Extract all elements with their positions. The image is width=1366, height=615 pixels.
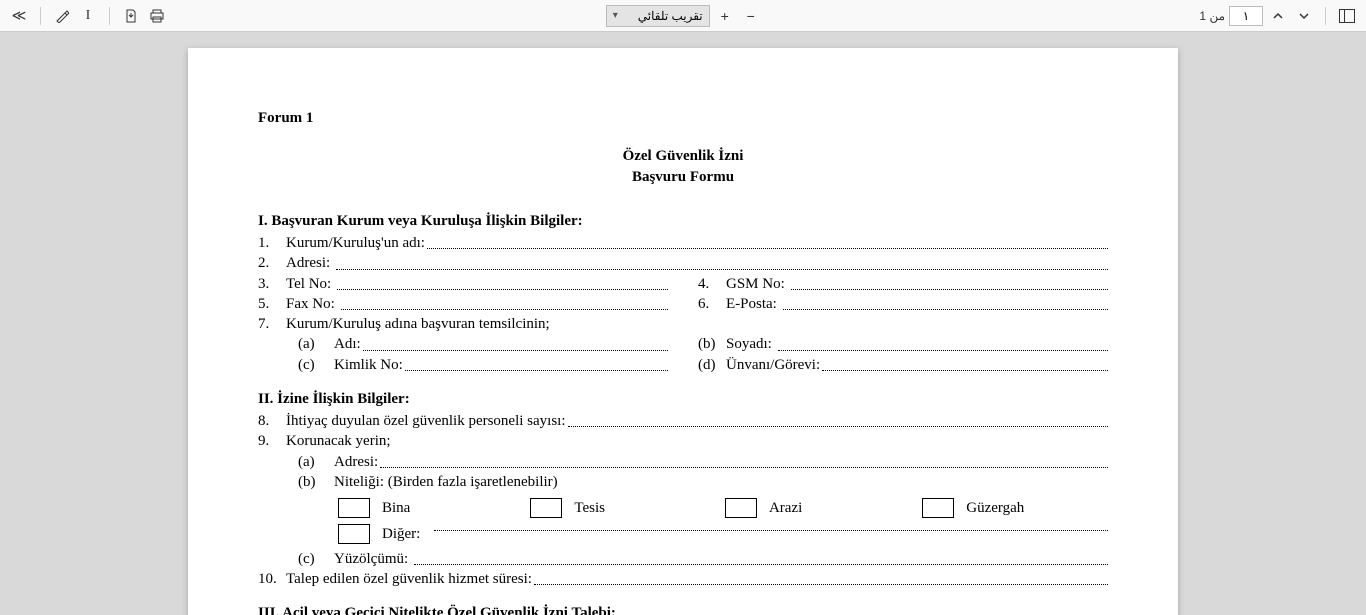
dotted-line [414,545,1108,565]
zoom-out-button[interactable]: − [740,5,762,27]
list-letter: (a) [298,452,334,472]
page-of-label: من 1 [1199,9,1225,23]
page-down-button[interactable] [1293,5,1315,27]
list-number: 2. [258,253,286,273]
section1-heading: I. Başvuran Kurum veya Kuruluşa İlişkin … [258,211,1108,231]
dotted-line [783,290,1108,310]
field-hizmet-suresi: 10. Talep edilen özel güvenlik hizmet sü… [258,569,1108,589]
field-label: Fax No: [286,294,339,314]
checkbox-label: Güzergah [966,498,1024,518]
field-label: Korunacak yerin; [286,431,391,451]
list-letter: (a) [298,334,334,354]
dotted-line [337,270,668,290]
dotted-line [791,270,1108,290]
list-letter: (c) [298,549,334,569]
checkbox-box[interactable] [338,524,370,544]
section3-heading: III. Acil veya Geçici Nitelikte Özel Güv… [258,603,1108,615]
field-label: Adresi: [286,253,334,273]
field-label: İhtiyaç duyulan özel güvenlik personeli … [286,411,566,431]
pdf-toolbar: من 1 − + تقريب تلقائي ▾ ≪ I [0,0,1366,32]
dotted-line [341,290,669,310]
list-letter: (b) [698,334,726,354]
dotted-line [427,229,1108,249]
list-number: 5. [258,294,286,314]
text-button[interactable]: I [77,5,99,27]
checkbox-tesis[interactable]: Tesis [530,498,605,518]
dotted-line [822,351,1108,371]
dotted-line [778,330,1108,350]
checkbox-box[interactable] [530,498,562,518]
list-letter: (d) [698,355,726,375]
list-number: 8. [258,411,286,431]
list-number: 10. [258,569,286,589]
draw-button[interactable] [51,5,73,27]
checkbox-box[interactable] [725,498,757,518]
field-label: E-Posta: [726,294,781,314]
list-number: 1. [258,233,286,253]
field-label: GSM No: [726,274,789,294]
chevron-down-icon: ▾ [613,10,618,21]
sidebar-toggle-button[interactable] [1336,5,1358,27]
zoom-in-button[interactable]: + [714,5,736,27]
field-yer-adresi: (a) Adresi: [298,452,1108,472]
dotted-line [405,351,668,371]
doc-form-number: Forum 1 [258,108,1108,128]
checkbox-box[interactable] [338,498,370,518]
list-letter: (c) [298,355,334,375]
checkbox-row: Bina Tesis Arazi Güzergah [338,498,1108,518]
page-indicator: من 1 [1199,6,1263,26]
dotted-line [534,565,1108,585]
field-label: Talep edilen özel güvenlik hizmet süresi… [286,569,532,589]
zoom-select[interactable]: تقريب تلقائي ▾ [606,5,710,27]
download-button[interactable] [120,5,142,27]
checkbox-label: Diğer: [382,524,420,544]
field-label: Yüzölçümü: [334,549,412,569]
checkbox-label: Tesis [574,498,605,518]
section2-heading: II. İzine İlişkin Bilgiler: [258,389,1108,409]
field-nitelik: (b) Niteliği: (Birden fazla işaretlenebi… [298,472,1108,492]
field-label: Adresi: [334,452,378,472]
doc-title: Özel Güvenlik İzni Başvuru Formu [258,146,1108,187]
checkbox-arazi[interactable]: Arazi [725,498,802,518]
dotted-line [380,448,1108,468]
field-label: Tel No: [286,274,335,294]
doc-title-line2: Başvuru Formu [258,167,1108,187]
tools-toggle-button[interactable]: ≪ [8,5,30,27]
field-label: Kimlik No: [334,355,403,375]
dotted-line [568,407,1108,427]
checkbox-label: Arazi [769,498,802,518]
page-number-input[interactable] [1229,6,1263,26]
field-label: Adı: [334,334,361,354]
dotted-line [336,249,1108,269]
list-number: 6. [698,294,726,314]
print-button[interactable] [146,5,168,27]
zoom-level-label: تقريب تلقائي [638,9,703,23]
field-label: Soyadı: [726,334,776,354]
field-fax-eposta: 5. Fax No: 6. E-Posta: [258,294,1108,314]
list-number: 3. [258,274,286,294]
page-up-button[interactable] [1267,5,1289,27]
checkbox-bina[interactable]: Bina [338,498,410,518]
checkbox-guzergah[interactable]: Güzergah [922,498,1024,518]
dotted-line [363,330,668,350]
checkbox-label: Bina [382,498,410,518]
doc-title-line1: Özel Güvenlik İzni [258,146,1108,166]
list-number: 7. [258,314,286,334]
field-kimlik-unvan: (c) Kimlik No: (d) Ünvanı/Görevi: [298,355,1108,375]
document-page: Forum 1 Özel Güvenlik İzni Başvuru Formu… [188,48,1178,615]
list-number: 9. [258,431,286,451]
checkbox-box[interactable] [922,498,954,518]
field-label: Niteliği: (Birden fazla işaretlenebilir) [334,472,558,492]
field-label: Ünvanı/Görevi: [726,355,820,375]
document-viewport[interactable]: Forum 1 Özel Güvenlik İzni Başvuru Formu… [0,32,1366,615]
list-letter: (b) [298,472,334,492]
dotted-line [434,530,1108,531]
field-personel-sayisi: 8. İhtiyaç duyulan özel güvenlik persone… [258,411,1108,431]
checkbox-diger: Diğer: [338,524,1108,544]
list-number: 4. [698,274,726,294]
